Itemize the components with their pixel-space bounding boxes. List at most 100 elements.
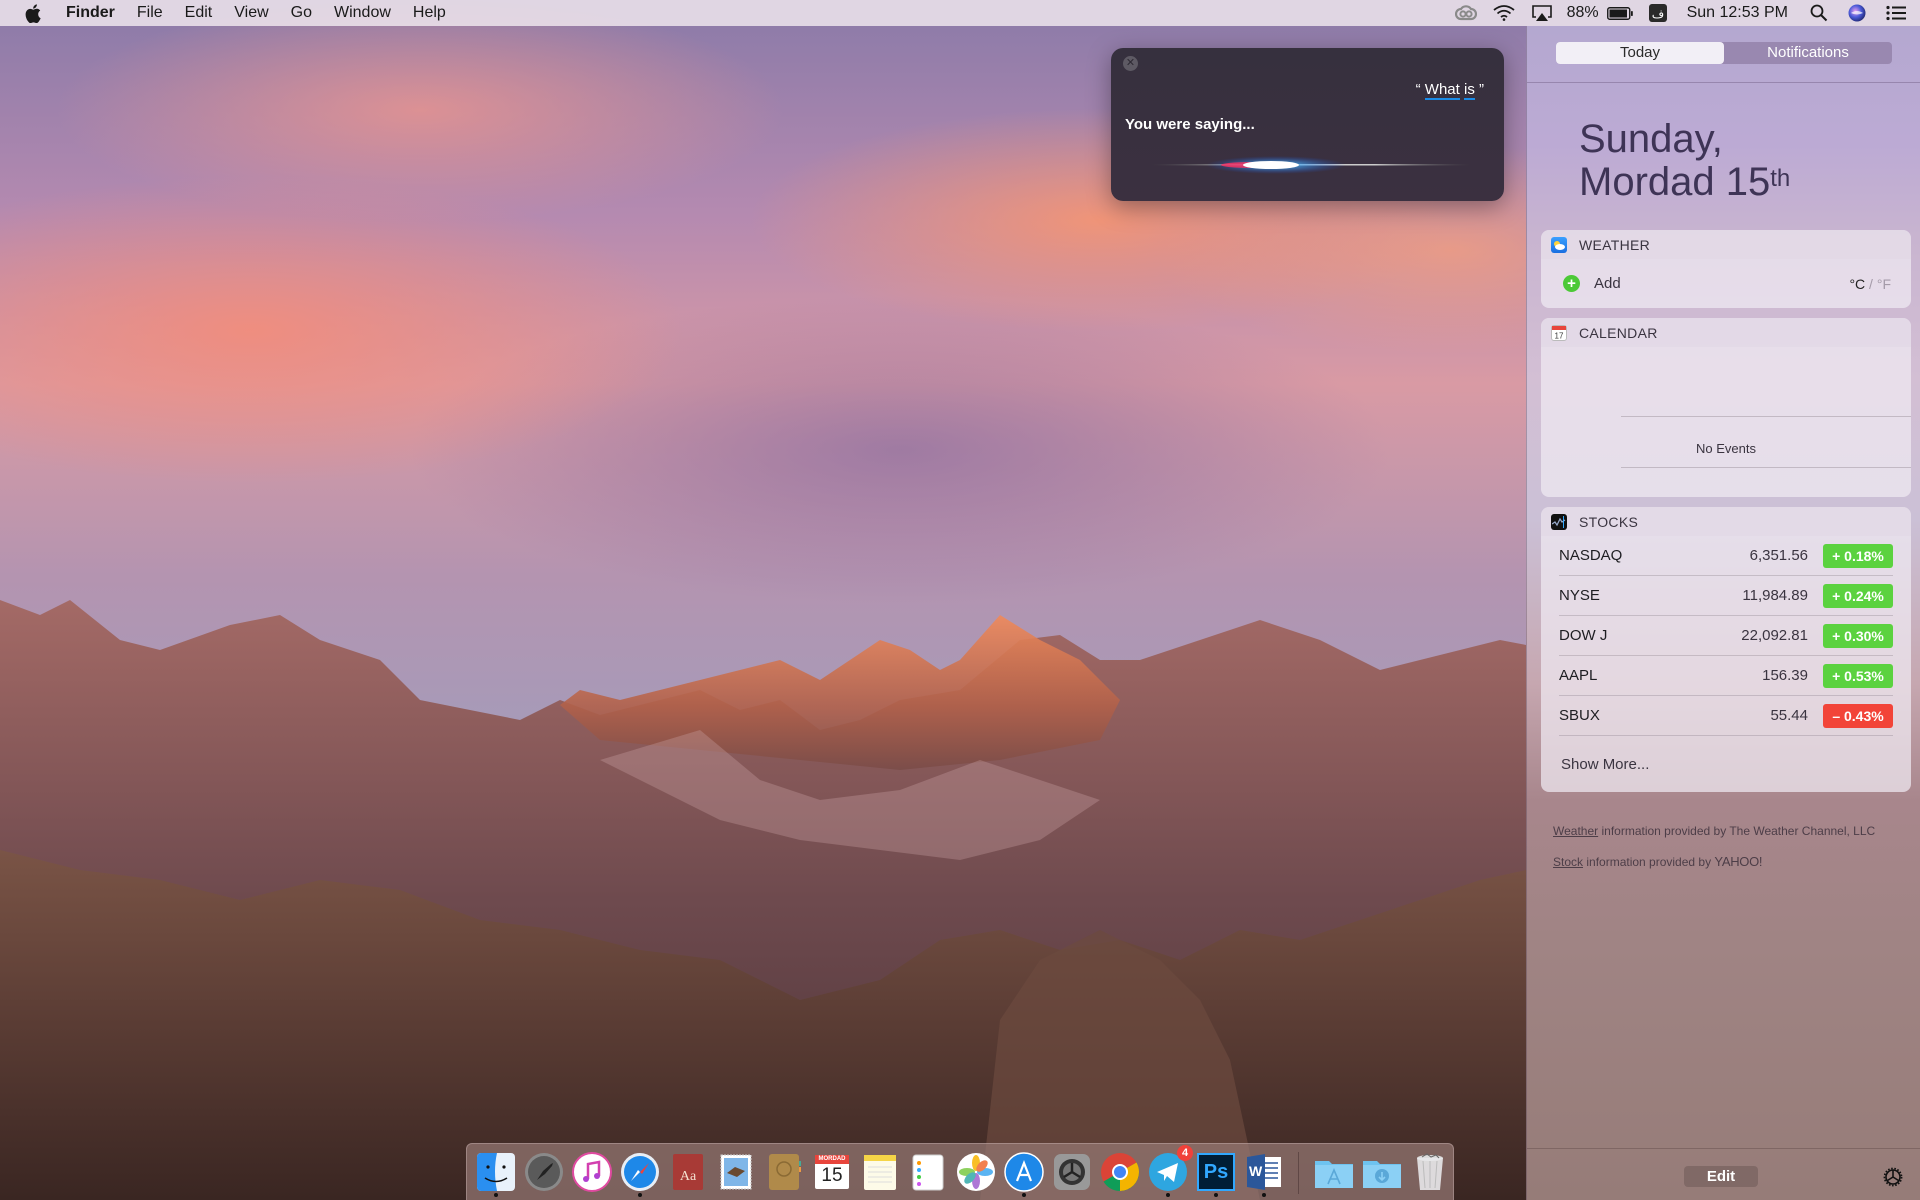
battery-percent: 88% xyxy=(1566,4,1599,21)
siri-window: ✕ “ What is ” You were saying... xyxy=(1111,48,1504,201)
safari-icon xyxy=(621,1153,659,1191)
divider xyxy=(1527,1148,1920,1149)
dock-item-trash[interactable] xyxy=(1409,1151,1451,1193)
mail-icon xyxy=(720,1154,752,1190)
photoshop-icon: Ps xyxy=(1197,1153,1235,1191)
running-indicator xyxy=(1022,1193,1026,1197)
dictionary-icon: Aa xyxy=(673,1154,703,1190)
word-label: W xyxy=(1249,1163,1263,1179)
weather-credit-link[interactable]: Weather xyxy=(1553,824,1598,838)
creative-cloud-icon[interactable] xyxy=(1454,0,1477,26)
tab-notifications[interactable]: Notifications xyxy=(1724,42,1892,64)
dock-item-chrome[interactable] xyxy=(1099,1151,1141,1193)
dock-item-photos[interactable] xyxy=(955,1151,997,1193)
dock-item-notes[interactable] xyxy=(859,1151,901,1193)
siri-waveform-icon xyxy=(1151,156,1471,174)
edit-button[interactable]: Edit xyxy=(1684,1166,1758,1187)
add-location-button[interactable]: + xyxy=(1563,275,1580,292)
temperature-unit-toggle[interactable]: °C / °F xyxy=(1849,276,1891,292)
weather-widget: WEATHER + Add °C / °F xyxy=(1541,230,1911,308)
gear-icon[interactable] xyxy=(1883,1167,1903,1192)
stock-price: 11,984.89 xyxy=(1742,587,1808,604)
menu-edit[interactable]: Edit xyxy=(174,0,224,26)
siri-icon[interactable] xyxy=(1848,0,1866,26)
spotlight-icon[interactable] xyxy=(1810,0,1828,26)
nc-tab-bar: Today Notifications xyxy=(1556,42,1892,64)
applications-folder-icon xyxy=(1315,1161,1353,1188)
dock-item-calendar[interactable]: MORDAD 15 xyxy=(811,1151,853,1193)
dock-item-applications[interactable] xyxy=(1313,1151,1355,1193)
dock-item-safari[interactable] xyxy=(619,1151,661,1197)
fahrenheit-option[interactable]: °F xyxy=(1877,276,1891,292)
siri-close-button[interactable]: ✕ xyxy=(1123,56,1138,71)
dock-item-app-store[interactable] xyxy=(1003,1151,1045,1197)
stock-row[interactable]: DOW J 22,092.81 + 0.30% xyxy=(1559,616,1893,656)
stock-symbol: SBUX xyxy=(1559,707,1600,724)
apple-menu-icon[interactable] xyxy=(22,0,44,26)
dock-item-itunes[interactable] xyxy=(571,1151,613,1193)
input-source-icon[interactable]: ف xyxy=(1648,0,1667,26)
stock-credit-link[interactable]: Stock xyxy=(1553,855,1583,869)
menu-view[interactable]: View xyxy=(223,0,279,26)
dock-item-contacts[interactable] xyxy=(763,1151,805,1193)
menu-file[interactable]: File xyxy=(126,0,174,26)
menu-app-name[interactable]: Finder xyxy=(62,0,126,26)
menu-go[interactable]: Go xyxy=(280,0,323,26)
dock-item-photoshop[interactable]: Ps xyxy=(1195,1151,1237,1197)
running-indicator xyxy=(1214,1193,1218,1197)
show-more-link[interactable]: Show More... xyxy=(1561,756,1649,773)
menu-window[interactable]: Window xyxy=(323,0,402,26)
stock-price: 22,092.81 xyxy=(1741,627,1808,644)
running-indicator xyxy=(494,1193,498,1197)
stock-row[interactable]: NYSE 11,984.89 + 0.24% xyxy=(1559,576,1893,616)
reminders-icon xyxy=(912,1154,944,1191)
notification-center: Today Notifications Sunday, Mordad 15th … xyxy=(1526,26,1920,1200)
battery-icon[interactable] xyxy=(1606,0,1633,26)
celsius-option[interactable]: °C xyxy=(1849,276,1865,292)
weather-credit: Weather information provided by The Weat… xyxy=(1553,824,1876,838)
stock-symbol: NYSE xyxy=(1559,587,1600,604)
stock-symbol: NASDAQ xyxy=(1559,547,1623,564)
siri-query-word[interactable]: What xyxy=(1424,81,1460,100)
weather-app-icon xyxy=(1551,236,1567,253)
dock-item-launchpad[interactable] xyxy=(523,1151,565,1193)
stock-change-badge[interactable]: + 0.53% xyxy=(1823,663,1893,688)
tab-today[interactable]: Today xyxy=(1556,42,1724,64)
launchpad-icon xyxy=(525,1153,563,1191)
stock-row[interactable]: NASDAQ 6,351.56 + 0.18% xyxy=(1559,536,1893,576)
notification-center-icon[interactable] xyxy=(1886,0,1906,26)
stock-row[interactable]: SBUX 55.44 – 0.43% xyxy=(1559,696,1893,736)
calendar-app-icon: 17 xyxy=(1551,324,1567,341)
airplay-icon[interactable] xyxy=(1531,0,1553,26)
dock-item-finder[interactable] xyxy=(475,1151,517,1197)
clock[interactable]: Sun 12:53 PM xyxy=(1687,4,1788,22)
svg-text:17: 17 xyxy=(1555,331,1564,340)
dock-item-downloads[interactable] xyxy=(1361,1151,1403,1193)
weather-title: WEATHER xyxy=(1579,236,1651,253)
chrome-icon xyxy=(1101,1153,1140,1191)
dock-item-reminders[interactable] xyxy=(907,1151,949,1193)
stock-row[interactable]: AAPL 156.39 + 0.53% xyxy=(1559,656,1893,696)
stock-change-badge[interactable]: – 0.43% xyxy=(1823,703,1893,728)
add-location-label[interactable]: Add xyxy=(1594,275,1621,292)
dock-item-system-preferences[interactable] xyxy=(1051,1151,1093,1193)
dock-item-telegram[interactable]: 4 xyxy=(1147,1145,1193,1197)
finder-icon xyxy=(477,1153,515,1191)
stock-change-badge[interactable]: + 0.30% xyxy=(1823,623,1893,648)
running-indicator xyxy=(1166,1193,1170,1197)
menu-help[interactable]: Help xyxy=(402,0,457,26)
dock-separator xyxy=(1298,1152,1299,1194)
dock-item-word[interactable]: W xyxy=(1243,1151,1285,1197)
stock-price: 55.44 xyxy=(1770,707,1808,724)
itunes-icon xyxy=(572,1152,612,1192)
calendar-month: MORDAD xyxy=(818,1156,846,1162)
calendar-day: 15 xyxy=(821,1165,843,1186)
dock-item-mail[interactable] xyxy=(715,1151,757,1193)
running-indicator xyxy=(1262,1193,1266,1197)
stock-change-badge[interactable]: + 0.24% xyxy=(1823,583,1893,608)
dock-item-dictionary[interactable]: Aa xyxy=(667,1151,709,1193)
wifi-icon[interactable] xyxy=(1493,0,1515,26)
stock-change-badge[interactable]: + 0.18% xyxy=(1823,543,1893,568)
siri-query-word[interactable]: is xyxy=(1463,81,1475,100)
stocks-title: STOCKS xyxy=(1579,513,1639,530)
